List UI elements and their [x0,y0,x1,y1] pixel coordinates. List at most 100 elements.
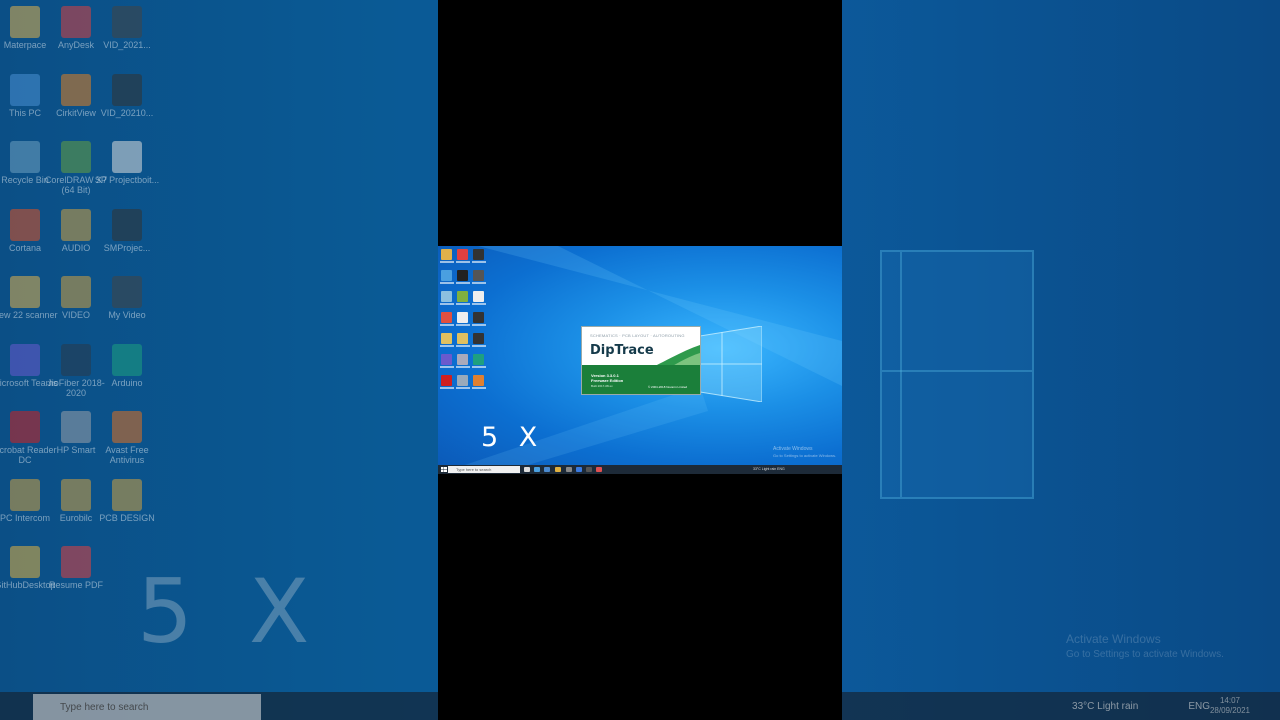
desktop-icon-label [456,387,470,389]
desktop-icon[interactable] [457,291,468,302]
desktop-icon-label [472,282,486,284]
search-placeholder: Type here to search [60,702,149,713]
desktop-icon-label [472,303,486,305]
desktop-icon-image [10,141,40,173]
desktop-icon[interactable]: VID_20210... [92,73,162,118]
desktop-icon-label: Avast Free Antivirus [105,445,149,465]
desktop-icon[interactable] [441,333,452,344]
desktop-icon[interactable] [473,249,484,260]
desktop-icon-image [112,411,142,443]
desktop-icon-label: Arduino [111,377,143,388]
desktop-icon[interactable]: Resume PDF [41,546,111,590]
desktop-icon-label [440,303,454,305]
activate-windows-watermark: Activate Windows Go to Settings to activ… [773,446,836,458]
desktop-icon[interactable] [457,270,468,281]
desktop-icon-image [10,6,40,38]
splash-copyright: © 2004-2018 Novarm Limited [648,385,688,389]
start-icon[interactable] [441,467,447,472]
desktop-icon[interactable]: VID_2021... [92,6,162,50]
desktop-icon-label [456,324,470,326]
activate-title-small: Activate Windows [773,446,813,452]
clock-date: 28/09/2021 [1209,706,1250,715]
weather-text: 33°C Light rain [1072,701,1139,712]
desktop-icon-label: Resume PDF [48,580,103,590]
desktop-icon[interactable]: SMProjec... [92,208,162,253]
desktop-icon-image [112,276,142,308]
desktop-icon[interactable] [441,354,452,365]
splash-built: Built 2017-08-xx [591,384,613,388]
taskbar-app-icon[interactable] [534,467,540,472]
desktop-icon[interactable] [441,270,452,281]
desktop-icon-label [440,282,454,284]
desktop-icon[interactable] [473,312,484,323]
speed-overlay-blurred: 5 X [137,560,324,663]
taskbar-app-icon[interactable] [596,467,602,472]
desktop-icon[interactable] [441,375,452,386]
splash-modules: SCHEMATICS · PCB LAYOUT · AUTOROUTING [590,333,685,338]
desktop-icon[interactable] [473,291,484,302]
desktop-icon[interactable] [441,312,452,323]
desktop-icon-image [61,276,91,308]
desktop-icon-image [61,546,91,578]
taskbar-app-icon[interactable] [586,467,592,472]
desktop-icon-image [61,478,91,511]
desktop-icon-image [10,343,40,376]
activate-subtitle-small: Go to Settings to activate Windows. [773,453,837,458]
desktop-icon-image [10,73,40,106]
desktop-icon-image [112,141,142,173]
desktop-icon[interactable] [473,354,484,365]
desktop-icon[interactable] [457,249,468,260]
desktop-icon[interactable]: My Video [92,276,162,320]
desktop-icon[interactable] [457,333,468,344]
taskbar-app-icon[interactable] [566,467,572,472]
desktop-icon-image [112,208,142,241]
desktop-icon-image [61,141,91,173]
desktop-icon[interactable] [441,291,452,302]
desktop-icon[interactable] [457,312,468,323]
desktop-icon-image [112,73,142,106]
desktop-icon-label [456,345,470,347]
desktop-icon-label [456,366,470,368]
desktop-icon-label: PCB DESIGN [99,512,155,523]
blurred-search-box: Type here to search [33,694,261,720]
windows-logo-icon [700,326,762,402]
desktop-icon[interactable]: Arduino [92,343,162,388]
taskbar-app-icon[interactable] [524,467,530,472]
taskbar-app-icon[interactable] [555,467,561,472]
desktop-icon[interactable] [473,333,484,344]
desktop-icon-label [440,345,454,347]
video-frame: Materpace AnyDesk VID_2021... This PC Cirkit… [0,0,1280,720]
desktop-icon[interactable] [473,270,484,281]
desktop-icon[interactable]: PCB DESIGN [92,478,162,523]
desktop-icon[interactable]: Avast Free Antivirus [92,411,162,465]
desktop-icon-image [61,343,91,376]
desktop-icon-label: SMProjec... [103,242,151,253]
blurred-tray: 33°C Light rain ENG [1072,701,1210,712]
desktop-icon-image [112,6,142,38]
desktop-icon[interactable] [473,375,484,386]
desktop-icon-label [456,261,470,263]
taskbar-app-icon[interactable] [544,467,550,472]
windows-logo-glow [880,250,1034,499]
system-tray: 33°C Light rain ENG [753,467,785,471]
desktop-icon[interactable] [457,375,468,386]
desktop-icon-label [440,387,454,389]
diptrace-splash-screen: SCHEMATICS · PCB LAYOUT · AUTOROUTING Di… [581,326,701,395]
desktop-icon-label [456,303,470,305]
desktop-icon[interactable]: SP Projectboit... [92,141,162,185]
desktop-icon-label [472,387,486,389]
clock-time: 14:07 [1219,696,1240,705]
taskbar-search-placeholder: Type here to search [456,467,492,472]
activate-windows-watermark-blurred: Activate Windows Go to Settings to activ… [1066,632,1224,660]
desktop-icon-label [472,324,486,326]
desktop-icon-image [61,411,91,443]
desktop-icon[interactable] [441,249,452,260]
taskbar-search-box[interactable]: Type here to search [448,466,520,473]
taskbar-app-icon[interactable] [576,467,582,472]
desktop-icon-label [472,345,486,347]
desktop-icon-image [10,546,40,578]
activate-subtitle: Go to Settings to activate Windows. [1066,649,1224,660]
desktop-icon[interactable] [457,354,468,365]
desktop-icon-image [10,276,40,308]
desktop-icon-label: SP Projectboit... [94,175,160,185]
